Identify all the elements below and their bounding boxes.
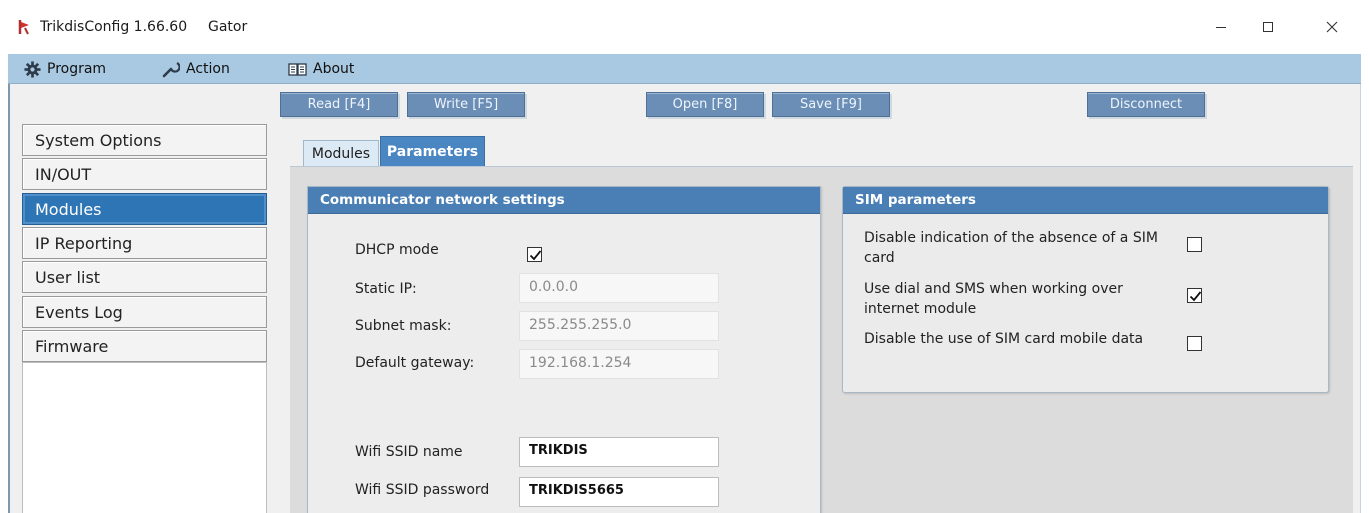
wifi-ssid-name-field[interactable]: TRIKDIS	[519, 437, 719, 467]
sidebar-item-user-list[interactable]: User list	[22, 261, 267, 293]
checkmark-icon	[1189, 291, 1202, 302]
sidebar-item-modules[interactable]: Modules	[22, 193, 267, 225]
title-bar: TrikdisConfig 1.66.60 Gator	[0, 0, 1369, 54]
close-button[interactable]	[1309, 10, 1355, 44]
sidebar-item-in-out[interactable]: IN/OUT	[22, 158, 267, 190]
sim-absence-checkbox[interactable]	[1187, 237, 1202, 252]
wifi-ssid-password-label: Wifi SSID password	[355, 482, 490, 498]
default-gateway-field[interactable]: 192.168.1.254	[519, 349, 719, 379]
static-ip-label: Static IP:	[355, 281, 417, 297]
menu-program[interactable]: Program	[24, 54, 106, 84]
open-button[interactable]: Open [F8]	[646, 92, 764, 117]
menu-about[interactable]: About	[288, 54, 354, 84]
dhcp-checkbox[interactable]	[527, 247, 542, 262]
sidebar-item-ip-reporting[interactable]: IP Reporting	[22, 227, 267, 259]
sidebar-empty-pane	[22, 362, 267, 513]
subnet-mask-field[interactable]: 255.255.255.0	[519, 311, 719, 341]
sim-dial-sms-checkbox[interactable]	[1187, 288, 1202, 303]
network-settings-header: Communicator network settings	[308, 187, 820, 214]
window-title: TrikdisConfig 1.66.60	[40, 19, 188, 35]
wifi-ssid-name-label: Wifi SSID name	[355, 444, 463, 460]
menu-action[interactable]: Action	[162, 54, 230, 84]
app-logo-icon	[18, 20, 29, 35]
checkmark-icon	[529, 250, 542, 261]
write-button[interactable]: Write [F5]	[407, 92, 525, 117]
wrench-icon	[162, 62, 180, 78]
maximize-button[interactable]	[1245, 10, 1291, 44]
static-ip-field[interactable]: 0.0.0.0	[519, 273, 719, 303]
menu-program-label: Program	[47, 61, 107, 77]
menu-action-label: Action	[186, 61, 230, 77]
sim-option-absence-label: Disable indication of the absence of a S…	[864, 230, 1158, 266]
sidebar-item-events-log[interactable]: Events Log	[22, 296, 267, 328]
close-icon	[1326, 21, 1338, 33]
minimize-icon	[1216, 27, 1226, 28]
dhcp-label: DHCP mode	[355, 242, 439, 258]
wifi-ssid-password-field[interactable]: TRIKDIS5665	[519, 477, 719, 507]
save-button[interactable]: Save [F9]	[772, 92, 890, 117]
book-icon	[288, 62, 307, 76]
subnet-mask-label: Subnet mask:	[355, 318, 452, 334]
menu-about-label: About	[313, 61, 355, 77]
read-button[interactable]: Read [F4]	[280, 92, 398, 117]
sidebar-item-firmware[interactable]: Firmware	[22, 330, 267, 362]
sim-option-dial-sms-label: Use dial and SMS when working over inter…	[864, 281, 1123, 317]
disconnect-button[interactable]: Disconnect	[1087, 92, 1205, 117]
sidebar-item-system-options[interactable]: System Options	[22, 124, 267, 156]
default-gateway-label: Default gateway:	[355, 355, 475, 371]
maximize-icon	[1263, 22, 1273, 32]
device-model: Gator	[208, 19, 248, 35]
tab-modules[interactable]: Modules	[303, 140, 379, 166]
menu-bar: Program Action About	[8, 54, 1361, 84]
tab-parameters[interactable]: Parameters	[380, 136, 485, 166]
gear-icon	[24, 60, 41, 78]
minimize-button[interactable]	[1198, 10, 1244, 44]
sim-option-mobile-data-label: Disable the use of SIM card mobile data	[864, 331, 1144, 347]
sim-mobile-data-checkbox[interactable]	[1187, 336, 1202, 351]
sim-parameters-header: SIM parameters	[843, 187, 1328, 214]
